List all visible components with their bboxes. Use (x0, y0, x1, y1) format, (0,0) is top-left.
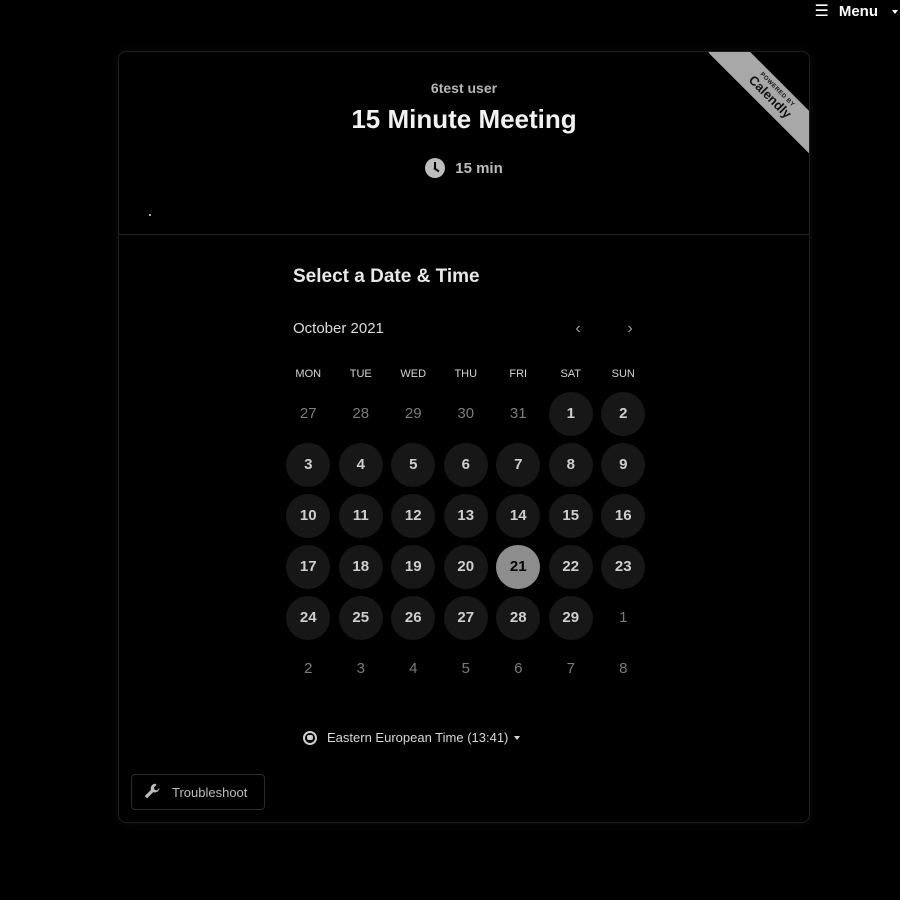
calendar-day-available[interactable]: 13 (443, 493, 488, 538)
calendar-day-outside-month: 3 (356, 660, 365, 677)
calendar-day-available[interactable]: 29 (548, 595, 593, 640)
calendar-day-available[interactable]: 1 (548, 391, 593, 436)
month-label: October 2021 (293, 320, 384, 337)
calendar-day-available[interactable]: 14 (496, 493, 541, 538)
calendar-day-outside-month: 30 (457, 405, 475, 422)
calendar-day-available[interactable]: 16 (601, 493, 646, 538)
calendar-day-outside-month: 6 (514, 660, 523, 677)
calendar-day-available[interactable]: 11 (338, 493, 383, 538)
powered-by-ribbon[interactable]: POWERED BY Calendly (708, 52, 809, 159)
weekday-header: MON (295, 368, 322, 380)
calendar-day-available[interactable]: 19 (391, 544, 436, 589)
clock-icon (425, 158, 446, 178)
calendar-day-outside-month: 28 (352, 405, 370, 422)
weekday-header: FRI (509, 368, 528, 380)
calendar-day-available[interactable]: 7 (496, 442, 541, 487)
calendar-day-outside-month: 8 (619, 660, 628, 677)
powered-by-badge[interactable]: POWERED BY Calendly (699, 52, 809, 162)
picker-heading: Select a Date & Time (293, 266, 480, 287)
calendar-day-outside-month: 2 (304, 660, 313, 677)
top-menu[interactable]: ☰ Menu (814, 0, 900, 22)
calendar-day-selected[interactable]: 21 (496, 544, 541, 589)
calendar-day-available[interactable]: 2 (601, 391, 646, 436)
hamburger-icon[interactable]: ☰ (814, 1, 828, 21)
calendar-day-available[interactable]: 8 (548, 442, 593, 487)
calendar-day-outside-month: 27 (299, 405, 317, 422)
weekday-header: SUN (611, 368, 635, 380)
timezone-label[interactable]: Eastern European Time (13:41) (327, 730, 508, 745)
calendar-day-available[interactable]: 10 (286, 493, 331, 538)
calendar-day-available[interactable]: 12 (391, 493, 436, 538)
booking-card: 6test user 15 Minute Meeting 15 min POWE… (118, 51, 810, 823)
calendar-day-available[interactable]: 15 (548, 493, 593, 538)
calendar-day-available[interactable]: 4 (338, 442, 383, 487)
next-month-button[interactable]: › (619, 318, 641, 340)
chevron-left-icon: ‹ (575, 320, 581, 337)
calendar-day-outside-month: 5 (461, 660, 470, 677)
chevron-down-icon[interactable] (892, 10, 898, 14)
calendar-grid: MON TUE WED THU FRI SAT SUN 27 28 29 30 31 1 2 3 4 5 6 7 8 9… (282, 368, 652, 694)
calendar-day-available[interactable]: 23 (601, 544, 646, 589)
calendar-day-available[interactable]: 25 (338, 595, 383, 640)
calendar-day-available[interactable]: 22 (548, 544, 593, 589)
menu-label[interactable]: Menu (839, 3, 878, 20)
troubleshoot-button[interactable]: Troubleshoot (131, 774, 265, 810)
weekday-header: SAT (560, 368, 582, 380)
calendar-day-available[interactable]: 28 (496, 595, 541, 640)
calendar-day-available[interactable]: 20 (443, 544, 488, 589)
calendar-day-available[interactable]: 27 (443, 595, 488, 640)
weekday-header: WED (400, 368, 427, 380)
weekday-header: THU (454, 368, 478, 380)
calendar-day-available[interactable]: 3 (286, 442, 331, 487)
calendar-day-available[interactable]: 17 (286, 544, 331, 589)
calendar-day-available[interactable]: 18 (338, 544, 383, 589)
decorative-dot (149, 214, 151, 216)
calendar-day-available[interactable]: 6 (443, 442, 488, 487)
wrench-icon (144, 783, 160, 799)
timezone-selector[interactable]: Eastern European Time (13:41) (303, 730, 521, 745)
chevron-down-icon[interactable] (514, 735, 521, 740)
calendar-day-outside-month: 4 (409, 660, 418, 677)
weekday-header: TUE (349, 368, 372, 380)
calendar-day-available[interactable]: 5 (391, 442, 436, 487)
calendar-day-available[interactable]: 26 (391, 595, 436, 640)
troubleshoot-label: Troubleshoot (172, 784, 248, 800)
calendar-day-available[interactable]: 9 (601, 442, 646, 487)
calendar-day-outside-month: 29 (404, 405, 422, 422)
calendar-day-outside-month: 1 (619, 609, 628, 626)
globe-icon (303, 730, 317, 745)
chevron-right-icon: › (627, 320, 633, 337)
calendar-day-outside-month: 7 (566, 660, 575, 677)
duration-label: 15 min (455, 159, 503, 177)
previous-month-button[interactable]: ‹ (567, 318, 589, 340)
calendar-day-outside-month: 31 (509, 405, 527, 422)
calendar-day-available[interactable]: 24 (286, 595, 331, 640)
